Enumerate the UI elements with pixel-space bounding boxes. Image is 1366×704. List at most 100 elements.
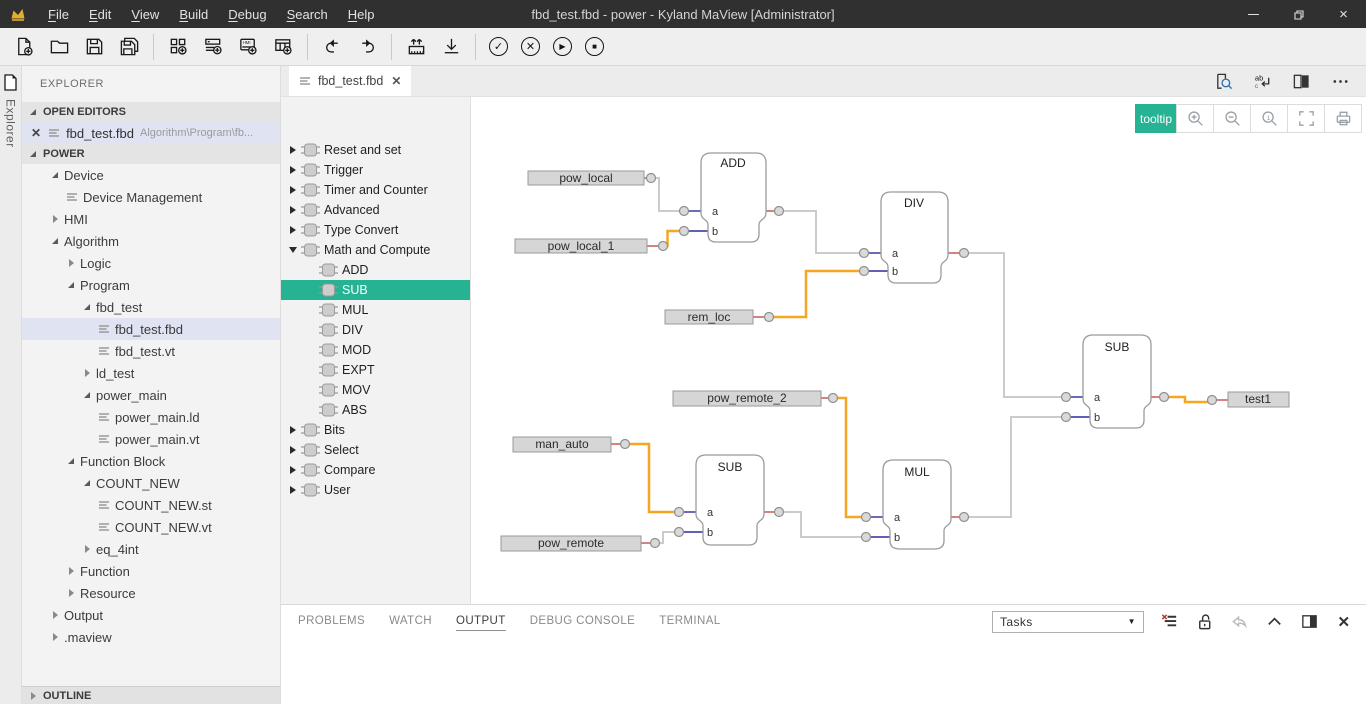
menu-file[interactable]: File xyxy=(38,7,79,22)
tree-item-count-new-vt[interactable]: COUNT_NEW.vt xyxy=(22,516,280,538)
block-sub-top[interactable]: SUB a b xyxy=(1071,335,1160,428)
tree-item-count-new-st[interactable]: COUNT_NEW.st xyxy=(22,494,280,516)
panel-tab-problems[interactable]: PROBLEMS xyxy=(298,612,365,631)
toolbox-item-add[interactable]: ADD xyxy=(281,260,470,280)
variable-pow-remote[interactable]: pow_remote xyxy=(501,536,651,551)
pin-output-button[interactable] xyxy=(1229,612,1249,632)
tree-item-fbd-test-fbd[interactable]: fbd_test.fbd xyxy=(22,318,280,340)
variable-pow-local-1[interactable]: pow_local_1 xyxy=(515,239,659,253)
toolbox-item-div[interactable]: DIV xyxy=(281,320,470,340)
unlock-scroll-button[interactable] xyxy=(1194,612,1214,632)
panel-tab-terminal[interactable]: TERMINAL xyxy=(659,612,720,631)
minimize-button[interactable] xyxy=(1231,0,1276,28)
menu-search[interactable]: Search xyxy=(277,7,338,22)
tree-item-fbd-test-vt[interactable]: fbd_test.vt xyxy=(22,340,280,362)
run-button[interactable]: ▶ xyxy=(553,37,572,56)
toolbox-category-compare[interactable]: Compare xyxy=(281,460,470,480)
split-editor-icon[interactable] xyxy=(1292,72,1311,91)
open-editors-header[interactable]: OPEN EDITORS xyxy=(22,102,280,122)
toolbox-item-mov[interactable]: MOV xyxy=(281,380,470,400)
toolbox-category-user[interactable]: User xyxy=(281,480,470,500)
tree-item-hmi[interactable]: HMI xyxy=(22,208,280,230)
toolbox-category-type-convert[interactable]: Type Convert xyxy=(281,220,470,240)
tree-item-program[interactable]: Program xyxy=(22,274,280,296)
open-folder-button[interactable] xyxy=(48,36,70,58)
add-program-button[interactable] xyxy=(202,36,224,58)
tree-item-function-block[interactable]: Function Block xyxy=(22,450,280,472)
toolbox-category-select[interactable]: Select xyxy=(281,440,470,460)
maximize-panel-button[interactable] xyxy=(1264,612,1284,632)
variable-rem-loc[interactable]: rem_loc xyxy=(665,310,765,324)
toolbox-item-abs[interactable]: ABS xyxy=(281,400,470,420)
toolbox-item-expt[interactable]: EXPT xyxy=(281,360,470,380)
close-editor-icon[interactable]: ✕ xyxy=(31,126,41,140)
fit-screen-button[interactable] xyxy=(1287,104,1325,133)
clear-output-button[interactable] xyxy=(1159,612,1179,632)
panel-tab-output[interactable]: OUTPUT xyxy=(456,612,506,631)
print-button[interactable] xyxy=(1324,104,1362,133)
redo-button[interactable] xyxy=(356,36,378,58)
panel-tab-watch[interactable]: WATCH xyxy=(389,612,432,631)
toolbox-item-mul[interactable]: MUL xyxy=(281,300,470,320)
tree-item-logic[interactable]: Logic xyxy=(22,252,280,274)
fbd-canvas[interactable]: pow_local pow_local_1 rem_loc xyxy=(471,140,1366,604)
tree-item-maview[interactable]: .maview xyxy=(22,626,280,648)
close-panel-button[interactable]: ✕ xyxy=(1334,612,1354,632)
add-project-button[interactable] xyxy=(167,36,189,58)
block-div[interactable]: DIV a b xyxy=(869,192,960,283)
block-mul[interactable]: MUL a b xyxy=(871,460,960,549)
toolbox-category-timer-and-counter[interactable]: Timer and Counter xyxy=(281,180,470,200)
explorer-view-icon[interactable] xyxy=(3,74,18,91)
menu-view[interactable]: View xyxy=(121,7,169,22)
tree-item-device[interactable]: Device xyxy=(22,164,280,186)
block-sub-bottom[interactable]: SUB a b xyxy=(684,455,775,545)
menu-build[interactable]: Build xyxy=(169,7,218,22)
undo-button[interactable] xyxy=(321,36,343,58)
tree-item-resource[interactable]: Resource xyxy=(22,582,280,604)
tooltip-toggle-button[interactable]: tooltip xyxy=(1135,104,1177,133)
toolbox-category-reset-and-set[interactable]: Reset and set xyxy=(281,140,470,160)
outline-header[interactable]: OUTLINE xyxy=(22,686,280,704)
panel-tab-debug-console[interactable]: DEBUG CONSOLE xyxy=(530,612,636,631)
build-cancel-button[interactable]: ✕ xyxy=(521,37,540,56)
download-to-device-button[interactable] xyxy=(405,36,427,58)
variable-test1[interactable]: test1 xyxy=(1217,392,1290,407)
add-device-table-button[interactable] xyxy=(272,36,294,58)
tree-item-power-main-vt[interactable]: power_main.vt xyxy=(22,428,280,450)
variable-pow-local[interactable]: pow_local xyxy=(528,171,647,185)
tree-item-power-main-ld[interactable]: power_main.ld xyxy=(22,406,280,428)
download-button[interactable] xyxy=(440,36,462,58)
menu-edit[interactable]: Edit xyxy=(79,7,121,22)
new-file-button[interactable] xyxy=(13,36,35,58)
zoom-out-button[interactable] xyxy=(1213,104,1251,133)
close-tab-icon[interactable]: ✕ xyxy=(391,74,401,88)
tree-item-algorithm[interactable]: Algorithm xyxy=(22,230,280,252)
tree-item-eq-4int[interactable]: eq_4int xyxy=(22,538,280,560)
tree-item-device-management[interactable]: Device Management xyxy=(22,186,280,208)
zoom-in-button[interactable] xyxy=(1176,104,1214,133)
toolbox-category-advanced[interactable]: Advanced xyxy=(281,200,470,220)
zoom-reset-button[interactable]: 1 xyxy=(1250,104,1288,133)
close-window-button[interactable]: × xyxy=(1321,0,1366,28)
stop-button[interactable]: ■ xyxy=(585,37,604,56)
tree-item-ld-test[interactable]: ld_test xyxy=(22,362,280,384)
more-actions-icon[interactable] xyxy=(1331,72,1350,91)
tree-item-fbd-test[interactable]: fbd_test xyxy=(22,296,280,318)
variable-man-auto[interactable]: man_auto xyxy=(513,437,621,452)
file-search-icon[interactable] xyxy=(1214,72,1233,91)
project-header[interactable]: POWER xyxy=(22,144,280,164)
toolbox-category-math-and-compute[interactable]: Math and Compute xyxy=(281,240,470,260)
tree-item-output[interactable]: Output xyxy=(22,604,280,626)
block-add[interactable]: ADD a b xyxy=(689,153,775,242)
restore-button[interactable] xyxy=(1276,0,1321,28)
tasks-dropdown[interactable]: Tasks ▼ xyxy=(992,611,1144,633)
panel-layout-button[interactable] xyxy=(1299,612,1319,632)
add-hmi-button[interactable]: HMI xyxy=(237,36,259,58)
toolbox-category-trigger[interactable]: Trigger xyxy=(281,160,470,180)
toolbox-category-bits[interactable]: Bits xyxy=(281,420,470,440)
toolbox-item-sub[interactable]: SUB xyxy=(281,280,470,300)
editor-tab-fbd-test[interactable]: fbd_test.fbd ✕ xyxy=(289,66,411,96)
tree-item-count-new[interactable]: COUNT_NEW xyxy=(22,472,280,494)
save-all-button[interactable] xyxy=(118,36,140,58)
variable-pow-remote-2[interactable]: pow_remote_2 xyxy=(673,391,829,406)
